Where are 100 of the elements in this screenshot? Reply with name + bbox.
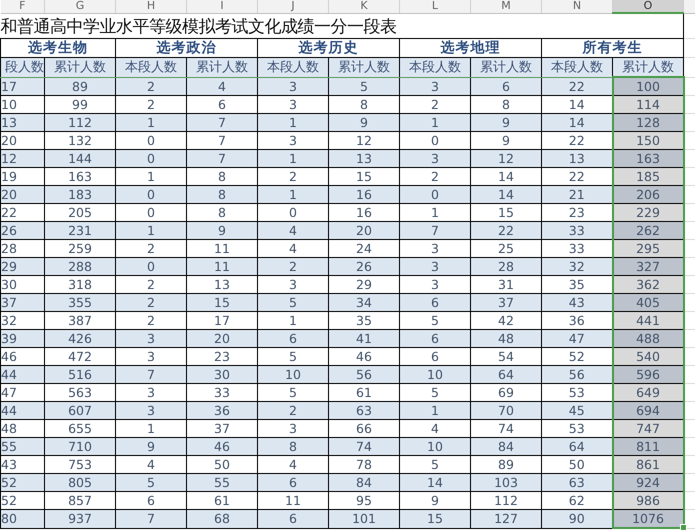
column-label: 本段人数 xyxy=(542,58,612,77)
table-cell: 1 xyxy=(258,150,328,168)
table-cell: 11 xyxy=(186,258,258,276)
table-cell: 44 xyxy=(0,366,44,384)
table-cell: 36 xyxy=(186,402,258,420)
table-cell: 7 xyxy=(116,366,186,384)
table-cell: 43 xyxy=(542,294,612,312)
table-cell: 80 xyxy=(0,510,44,528)
table-cell: 44 xyxy=(0,402,44,420)
table-cell: 861 xyxy=(612,456,684,474)
table-cell: 20 xyxy=(328,222,400,240)
table-cell: 22 xyxy=(470,222,542,240)
table-cell: 7 xyxy=(186,150,258,168)
table-cell: 3 xyxy=(116,330,186,348)
column-label: 本段人数 xyxy=(116,58,186,77)
column-label: 累计人数 xyxy=(186,58,258,77)
table-cell: 9 xyxy=(186,222,258,240)
column-label: 本段人数 xyxy=(400,58,470,77)
table-cell: 64 xyxy=(470,366,542,384)
table-cell: 70 xyxy=(470,402,542,420)
table-cell: 6 xyxy=(470,77,542,96)
table-cell: 15 xyxy=(186,294,258,312)
table-cell: 2 xyxy=(116,77,186,96)
table-cell: 6 xyxy=(258,474,328,492)
table-cell: 144 xyxy=(44,150,116,168)
table-cell: 74 xyxy=(328,438,400,456)
table-cell: 55 xyxy=(0,438,44,456)
table-cell: 8 xyxy=(258,438,328,456)
column-header[interactable]: I xyxy=(186,0,258,13)
table-cell: 37 xyxy=(470,294,542,312)
table-cell: 607 xyxy=(44,402,116,420)
table-cell: 0 xyxy=(116,186,186,204)
table-cell: 55 xyxy=(186,474,258,492)
table-cell: 405 xyxy=(612,294,684,312)
table-cell: 327 xyxy=(612,258,684,276)
table-cell: 30 xyxy=(186,366,258,384)
table-cell: 5 xyxy=(116,474,186,492)
table-cell: 5 xyxy=(258,294,328,312)
column-header[interactable]: F xyxy=(0,0,44,13)
table-cell: 26 xyxy=(0,222,44,240)
table-cell: 924 xyxy=(612,474,684,492)
column-header[interactable]: K xyxy=(328,0,400,13)
table-cell: 10 xyxy=(400,438,470,456)
table-cell: 3 xyxy=(400,258,470,276)
table-cell: 150 xyxy=(612,132,684,150)
table-cell: 12 xyxy=(470,150,542,168)
table-cell: 1 xyxy=(400,402,470,420)
table-cell: 48 xyxy=(470,330,542,348)
table-cell: 811 xyxy=(612,438,684,456)
column-header[interactable]: O xyxy=(612,0,684,13)
column-header[interactable]: J xyxy=(258,0,328,13)
table-cell: 3 xyxy=(400,77,470,96)
table-cell: 10 xyxy=(400,366,470,384)
fill-handle[interactable] xyxy=(680,524,686,531)
table-cell: 0 xyxy=(116,150,186,168)
table-cell: 13 xyxy=(328,150,400,168)
column-header[interactable]: L xyxy=(400,0,470,13)
column-label: 段人数 xyxy=(0,58,44,77)
column-label: 本段人数 xyxy=(258,58,328,77)
table-cell: 3 xyxy=(116,402,186,420)
column-header[interactable]: G xyxy=(44,0,116,13)
table-cell: 1 xyxy=(400,114,470,132)
column-header[interactable]: H xyxy=(116,0,186,13)
table-cell: 3 xyxy=(400,150,470,168)
table-cell: 127 xyxy=(470,510,542,528)
table-cell: 13 xyxy=(542,150,612,168)
table-cell: 84 xyxy=(470,438,542,456)
table-cell: 986 xyxy=(612,492,684,510)
table-cell: 14 xyxy=(470,186,542,204)
table-cell: 231 xyxy=(44,222,116,240)
table-cell: 16 xyxy=(328,186,400,204)
table-cell: 20 xyxy=(186,330,258,348)
table-cell: 185 xyxy=(612,168,684,186)
table-cell: 56 xyxy=(328,366,400,384)
table-cell: 46 xyxy=(186,438,258,456)
table-cell: 1 xyxy=(258,186,328,204)
table-cell: 52 xyxy=(0,474,44,492)
table-cell: 9 xyxy=(116,438,186,456)
table-cell: 21 xyxy=(542,186,612,204)
table-cell: 47 xyxy=(542,330,612,348)
table-cell: 90 xyxy=(542,510,612,528)
column-header[interactable]: N xyxy=(542,0,612,13)
table-cell: 183 xyxy=(44,186,116,204)
table-cell: 7 xyxy=(186,114,258,132)
column-header[interactable]: M xyxy=(470,0,542,13)
table-cell: 362 xyxy=(612,276,684,294)
table-cell: 0 xyxy=(400,186,470,204)
table-cell: 114 xyxy=(612,96,684,114)
table-cell: 9 xyxy=(470,114,542,132)
table-cell: 540 xyxy=(612,348,684,366)
table-cell: 7 xyxy=(400,222,470,240)
table-cell: 13 xyxy=(0,114,44,132)
table-cell: 63 xyxy=(328,402,400,420)
table-cell: 747 xyxy=(612,420,684,438)
table-cell: 426 xyxy=(44,330,116,348)
table-cell: 45 xyxy=(542,402,612,420)
table-cell: 14 xyxy=(400,474,470,492)
table-cell: 4 xyxy=(258,222,328,240)
table-cell: 0 xyxy=(116,258,186,276)
table-cell: 14 xyxy=(542,114,612,132)
